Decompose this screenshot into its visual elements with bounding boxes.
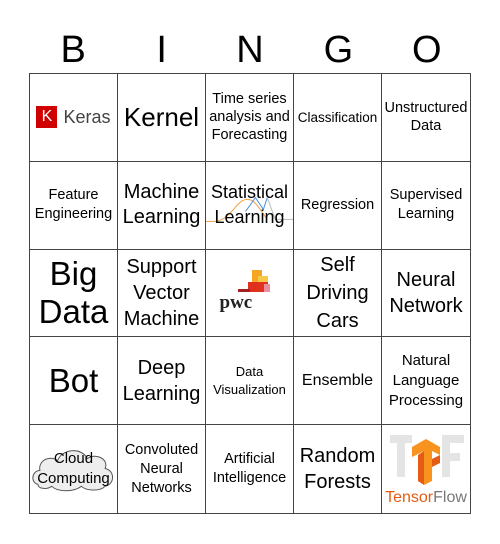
bingo-cell[interactable]: Unstructured Data bbox=[382, 74, 470, 162]
bingo-cell[interactable]: Random Forests bbox=[294, 425, 382, 513]
bingo-cell[interactable]: Kernel bbox=[118, 74, 206, 162]
bingo-cell[interactable]: Feature Engineering bbox=[30, 161, 118, 250]
cell-label: Kernel bbox=[123, 102, 200, 133]
cell-label: Random Forests bbox=[299, 445, 376, 494]
cell-label: Convoluted Neural Networks bbox=[124, 441, 199, 496]
header-letter-o: O bbox=[412, 29, 442, 71]
bingo-cell[interactable]: Big Data bbox=[30, 249, 118, 338]
bingo-cell[interactable]: pwc bbox=[206, 249, 294, 338]
bingo-cell[interactable]: Data Visualization bbox=[206, 337, 294, 426]
bingo-cell[interactable]: K Keras bbox=[30, 74, 118, 162]
keras-logo: K Keras bbox=[36, 106, 111, 129]
cell-label: Cloud Computing bbox=[37, 450, 110, 488]
bingo-cell[interactable]: Natural Language Processing bbox=[382, 337, 470, 426]
cell-label: Classification bbox=[297, 109, 378, 125]
bingo-cell[interactable]: Ensemble bbox=[294, 337, 382, 426]
keras-k-icon: K bbox=[36, 106, 58, 129]
bingo-cell[interactable]: Classification bbox=[294, 74, 382, 162]
pwc-logo: pwc bbox=[220, 268, 280, 318]
bingo-header: B I N G O bbox=[29, 28, 471, 72]
bingo-cell[interactable]: Artificial Intelligence bbox=[206, 425, 294, 513]
bingo-cell[interactable]: Bot bbox=[30, 337, 118, 426]
bingo-card: K Keras Kernel Time series analysis and … bbox=[29, 73, 471, 514]
bingo-cell[interactable]: Regression bbox=[294, 161, 382, 250]
cell-label: Big Data bbox=[38, 254, 109, 330]
bingo-cell[interactable]: Self Driving Cars bbox=[294, 249, 382, 338]
cell-label: Tensor bbox=[385, 489, 434, 506]
cell-label: Feature Engineering bbox=[34, 187, 113, 223]
bingo-cell[interactable]: Deep Learning bbox=[118, 337, 206, 426]
bingo-cell[interactable]: Time series analysis and Forecasting bbox=[206, 74, 294, 162]
cell-label: Data Visualization bbox=[213, 363, 286, 397]
cell-label: Ensemble bbox=[301, 371, 374, 389]
cell-label: Regression bbox=[300, 197, 375, 214]
bingo-cell[interactable]: Statistical Learning bbox=[206, 161, 294, 250]
header-letter-b: B bbox=[60, 29, 86, 71]
cell-label: Natural Language Processing bbox=[388, 351, 464, 409]
cell-label: Flow bbox=[433, 489, 467, 506]
header-letter-g: G bbox=[323, 29, 354, 71]
cell-label: Supervised Learning bbox=[389, 187, 463, 223]
cell-label: Artificial Intelligence bbox=[212, 451, 287, 487]
cell-label: Machine Learning bbox=[122, 181, 201, 229]
cell-label: pwc bbox=[219, 291, 253, 313]
cell-label: Self Driving Cars bbox=[306, 253, 369, 332]
bingo-cell[interactable]: TensorFlow bbox=[382, 425, 470, 513]
bingo-cell[interactable]: Cloud Computing bbox=[30, 425, 118, 513]
cell-label: Unstructured Data bbox=[384, 100, 468, 135]
cell-label: Keras bbox=[63, 106, 111, 127]
bingo-cell[interactable]: Convoluted Neural Networks bbox=[118, 425, 206, 513]
bingo-cell[interactable]: Machine Learning bbox=[118, 161, 206, 250]
cell-label: Support Vector Machine bbox=[123, 255, 200, 330]
bingo-cell[interactable]: Support Vector Machine bbox=[118, 249, 206, 338]
cell-label: Statistical Learning bbox=[210, 182, 289, 228]
bingo-cell[interactable]: Neural Network bbox=[382, 250, 470, 338]
tensorflow-wordmark: TensorFlow bbox=[382, 489, 470, 507]
header-letter-i: I bbox=[156, 29, 167, 71]
cell-label: Bot bbox=[48, 362, 99, 400]
cell-label: Time series analysis and Forecasting bbox=[209, 91, 290, 144]
cell-label: Deep Learning bbox=[122, 356, 201, 405]
cell-label: Neural Network bbox=[389, 268, 463, 317]
header-letter-n: N bbox=[236, 29, 264, 71]
bingo-cell[interactable]: Supervised Learning bbox=[382, 162, 470, 250]
